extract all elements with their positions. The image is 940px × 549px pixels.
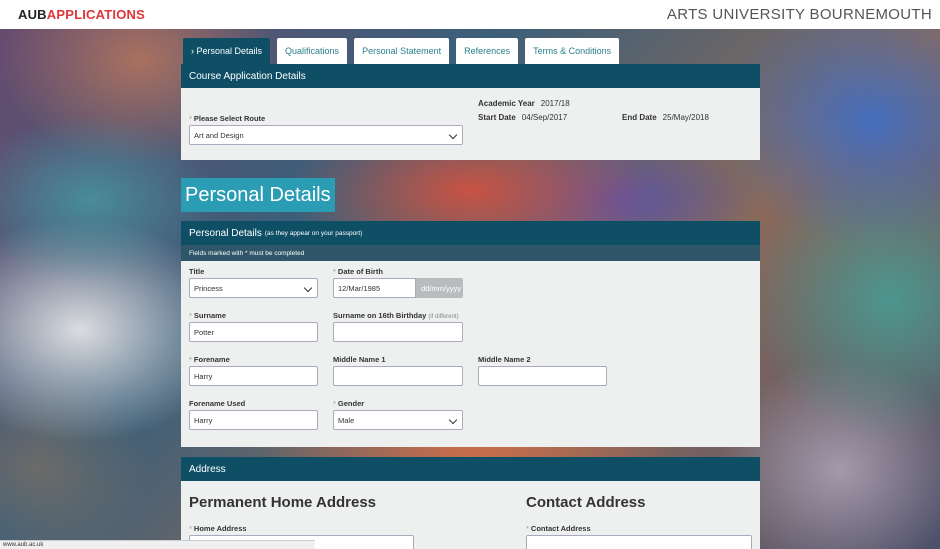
personal-details-panel: Personal Details (as they appear on your …: [181, 221, 760, 447]
tab-personal-details[interactable]: › Personal Details: [183, 38, 271, 64]
title-label: Title: [189, 267, 205, 276]
logo-applications: APPLICATIONS: [46, 7, 145, 22]
gender-select[interactable]: Male: [333, 410, 463, 430]
dob-input[interactable]: 12/Mar/1985: [333, 278, 416, 298]
middle-name-2-label: Middle Name 2: [478, 355, 531, 364]
address-panel: Address Permanent Home Address * Home Add…: [181, 457, 760, 549]
middle-name-1-input[interactable]: [333, 366, 463, 386]
end-date: End Date 25/May/2018: [622, 113, 709, 122]
personal-details-heading: Personal Details (as they appear on your …: [181, 221, 760, 245]
app-logo[interactable]: AUBAPPLICATIONS: [18, 7, 145, 22]
academic-year: Academic Year 2017/18: [478, 99, 570, 108]
page-title: Personal Details: [181, 178, 335, 212]
contact-address-label: * Contact Address: [526, 524, 591, 533]
course-panel-heading: Course Application Details: [181, 64, 760, 88]
tab-references[interactable]: References: [456, 38, 519, 64]
title-select[interactable]: Princess: [189, 278, 318, 298]
dob-label: * Date of Birth: [333, 267, 383, 276]
gender-label: * Gender: [333, 399, 365, 408]
university-name[interactable]: ARTS UNIVERSITY BOURNEMOUTH: [667, 6, 932, 23]
tab-terms-conditions[interactable]: Terms & Conditions: [525, 38, 620, 64]
logo-aub: AUB: [18, 7, 47, 22]
surname-label: * Surname: [189, 311, 227, 320]
required-note: Fields marked with * must be completed: [181, 245, 760, 261]
surname-16th-label: Surname on 16th Birthday (if different): [333, 311, 459, 320]
tab-personal-statement[interactable]: Personal Statement: [354, 38, 450, 64]
contact-address-input[interactable]: [526, 535, 752, 549]
tab-qualifications[interactable]: Qualifications: [277, 38, 348, 64]
dob-format-hint: dd/mm/yyyy: [416, 278, 463, 298]
forename-used-input[interactable]: Harry: [189, 410, 318, 430]
middle-name-1-label: Middle Name 1: [333, 355, 386, 364]
course-panel: Course Application Details * Please Selec…: [181, 64, 760, 160]
middle-name-2-input[interactable]: [478, 366, 607, 386]
forename-used-label: Forename Used: [189, 399, 246, 408]
status-url: www.aub.ac.uk: [0, 540, 315, 549]
home-address-label: * Home Address: [189, 524, 247, 533]
forename-input[interactable]: Harry: [189, 366, 318, 386]
route-label: * Please Select Route: [189, 114, 266, 123]
forename-label: * Forename: [189, 355, 230, 364]
contact-address-title: Contact Address: [526, 494, 646, 511]
surname-16th-input[interactable]: [333, 322, 463, 342]
start-date: Start Date 04/Sep/2017: [478, 113, 568, 122]
permanent-address-title: Permanent Home Address: [189, 494, 377, 511]
address-heading: Address: [181, 457, 760, 481]
tab-bar: › Personal Details Qualifications Person…: [183, 38, 620, 64]
surname-input[interactable]: Potter: [189, 322, 318, 342]
top-bar: AUBAPPLICATIONS ARTS UNIVERSITY BOURNEMO…: [0, 0, 940, 29]
route-select[interactable]: Art and Design: [189, 125, 463, 145]
